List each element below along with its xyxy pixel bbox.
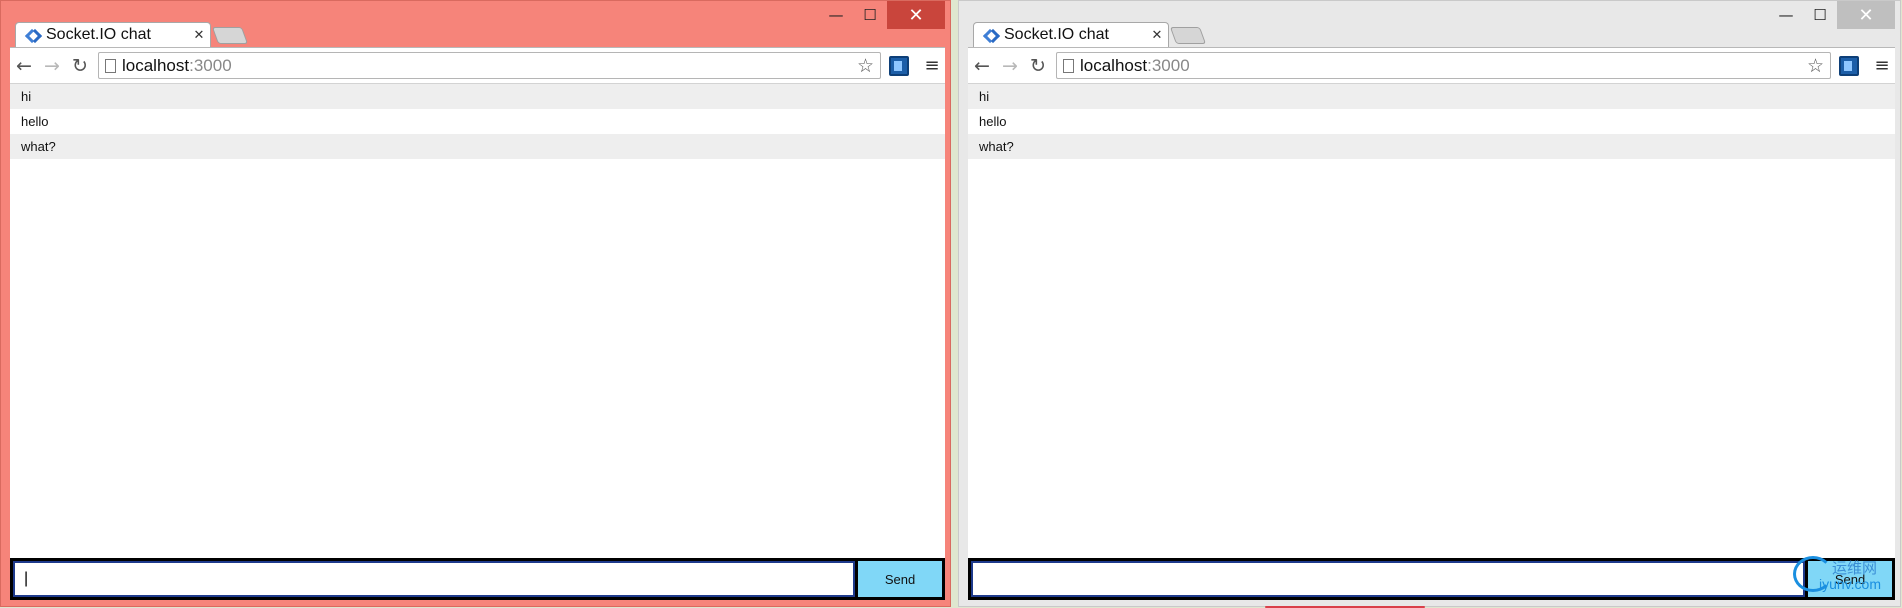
message-item: hi: [968, 84, 1895, 109]
tab-socketio-chat[interactable]: Socket.IO chat ✕: [973, 22, 1169, 47]
tab-close-icon[interactable]: ✕: [1146, 28, 1168, 43]
browser-window-right: — ☐ ✕ Socket.IO chat ✕ ← → ↻ localhost:3…: [958, 0, 1901, 607]
forward-arrow-icon[interactable]: →: [38, 52, 66, 80]
tab-title: Socket.IO chat: [46, 26, 151, 43]
caption-buttons: — ☐ ✕: [819, 1, 945, 29]
maximize-button[interactable]: ☐: [853, 1, 887, 29]
chat-form: Send: [10, 558, 945, 600]
address-bar[interactable]: localhost:3000 ☆: [1056, 52, 1831, 79]
page-content: hi hello what? Send 运维网 iyunv.com: [968, 83, 1895, 600]
page-icon: [105, 58, 116, 73]
new-tab-button[interactable]: [1169, 27, 1207, 44]
close-window-button[interactable]: ✕: [1837, 1, 1895, 29]
browser-toolbar: ← → ↻ localhost:3000 ☆ ≡: [10, 47, 945, 83]
menu-hamburger-icon[interactable]: ≡: [1869, 55, 1895, 76]
maximize-button[interactable]: ☐: [1803, 1, 1837, 29]
extension-icon[interactable]: [1839, 55, 1859, 76]
chat-form: Send: [968, 558, 1895, 600]
reload-icon[interactable]: ↻: [66, 52, 94, 80]
extension-icon[interactable]: [889, 55, 909, 76]
tab-socketio-chat[interactable]: Socket.IO chat ✕: [15, 22, 211, 47]
message-input[interactable]: [971, 561, 1805, 597]
page-content: hi hello what? Send: [10, 83, 945, 600]
send-button[interactable]: Send: [1808, 561, 1892, 597]
minimize-button[interactable]: —: [1769, 1, 1803, 29]
message-item: hi: [10, 84, 945, 109]
back-arrow-icon[interactable]: ←: [968, 52, 996, 80]
message-item: what?: [968, 134, 1895, 159]
url-host: localhost: [1080, 55, 1148, 75]
tab-title: Socket.IO chat: [1004, 26, 1109, 43]
forward-arrow-icon[interactable]: →: [996, 52, 1024, 80]
messages-list: hi hello what?: [968, 84, 1895, 159]
message-item: hello: [21, 114, 49, 129]
new-tab-button[interactable]: [211, 27, 249, 44]
tab-strip: Socket.IO chat ✕: [973, 22, 1700, 47]
message-input[interactable]: [13, 561, 855, 597]
message-item: hello: [979, 114, 1007, 129]
browser-window-left: — ☐ ✕ Socket.IO chat ✕ ← → ↻ localhost:3…: [0, 0, 951, 607]
reload-icon[interactable]: ↻: [1024, 52, 1052, 80]
message-item: what?: [10, 134, 945, 159]
bookmark-star-icon[interactable]: ☆: [1807, 55, 1824, 77]
messages-list: hi hello what?: [10, 84, 945, 159]
url-host: localhost: [122, 55, 190, 75]
caption-buttons: — ☐ ✕: [1769, 1, 1895, 29]
socketio-favicon-icon: [26, 28, 40, 42]
tab-close-icon[interactable]: ✕: [188, 28, 210, 43]
tab-strip: Socket.IO chat ✕: [15, 22, 750, 47]
address-bar[interactable]: localhost:3000 ☆: [98, 52, 881, 79]
url-port: :3000: [1147, 55, 1190, 75]
minimize-button[interactable]: —: [819, 1, 853, 29]
bookmark-star-icon[interactable]: ☆: [857, 55, 874, 77]
back-arrow-icon[interactable]: ←: [10, 52, 38, 80]
socketio-favicon-icon: [984, 28, 998, 42]
url-port: :3000: [189, 55, 232, 75]
close-window-button[interactable]: ✕: [887, 1, 945, 29]
page-icon: [1063, 58, 1074, 73]
browser-toolbar: ← → ↻ localhost:3000 ☆ ≡: [968, 47, 1895, 83]
send-button[interactable]: Send: [858, 561, 942, 597]
menu-hamburger-icon[interactable]: ≡: [919, 55, 945, 76]
